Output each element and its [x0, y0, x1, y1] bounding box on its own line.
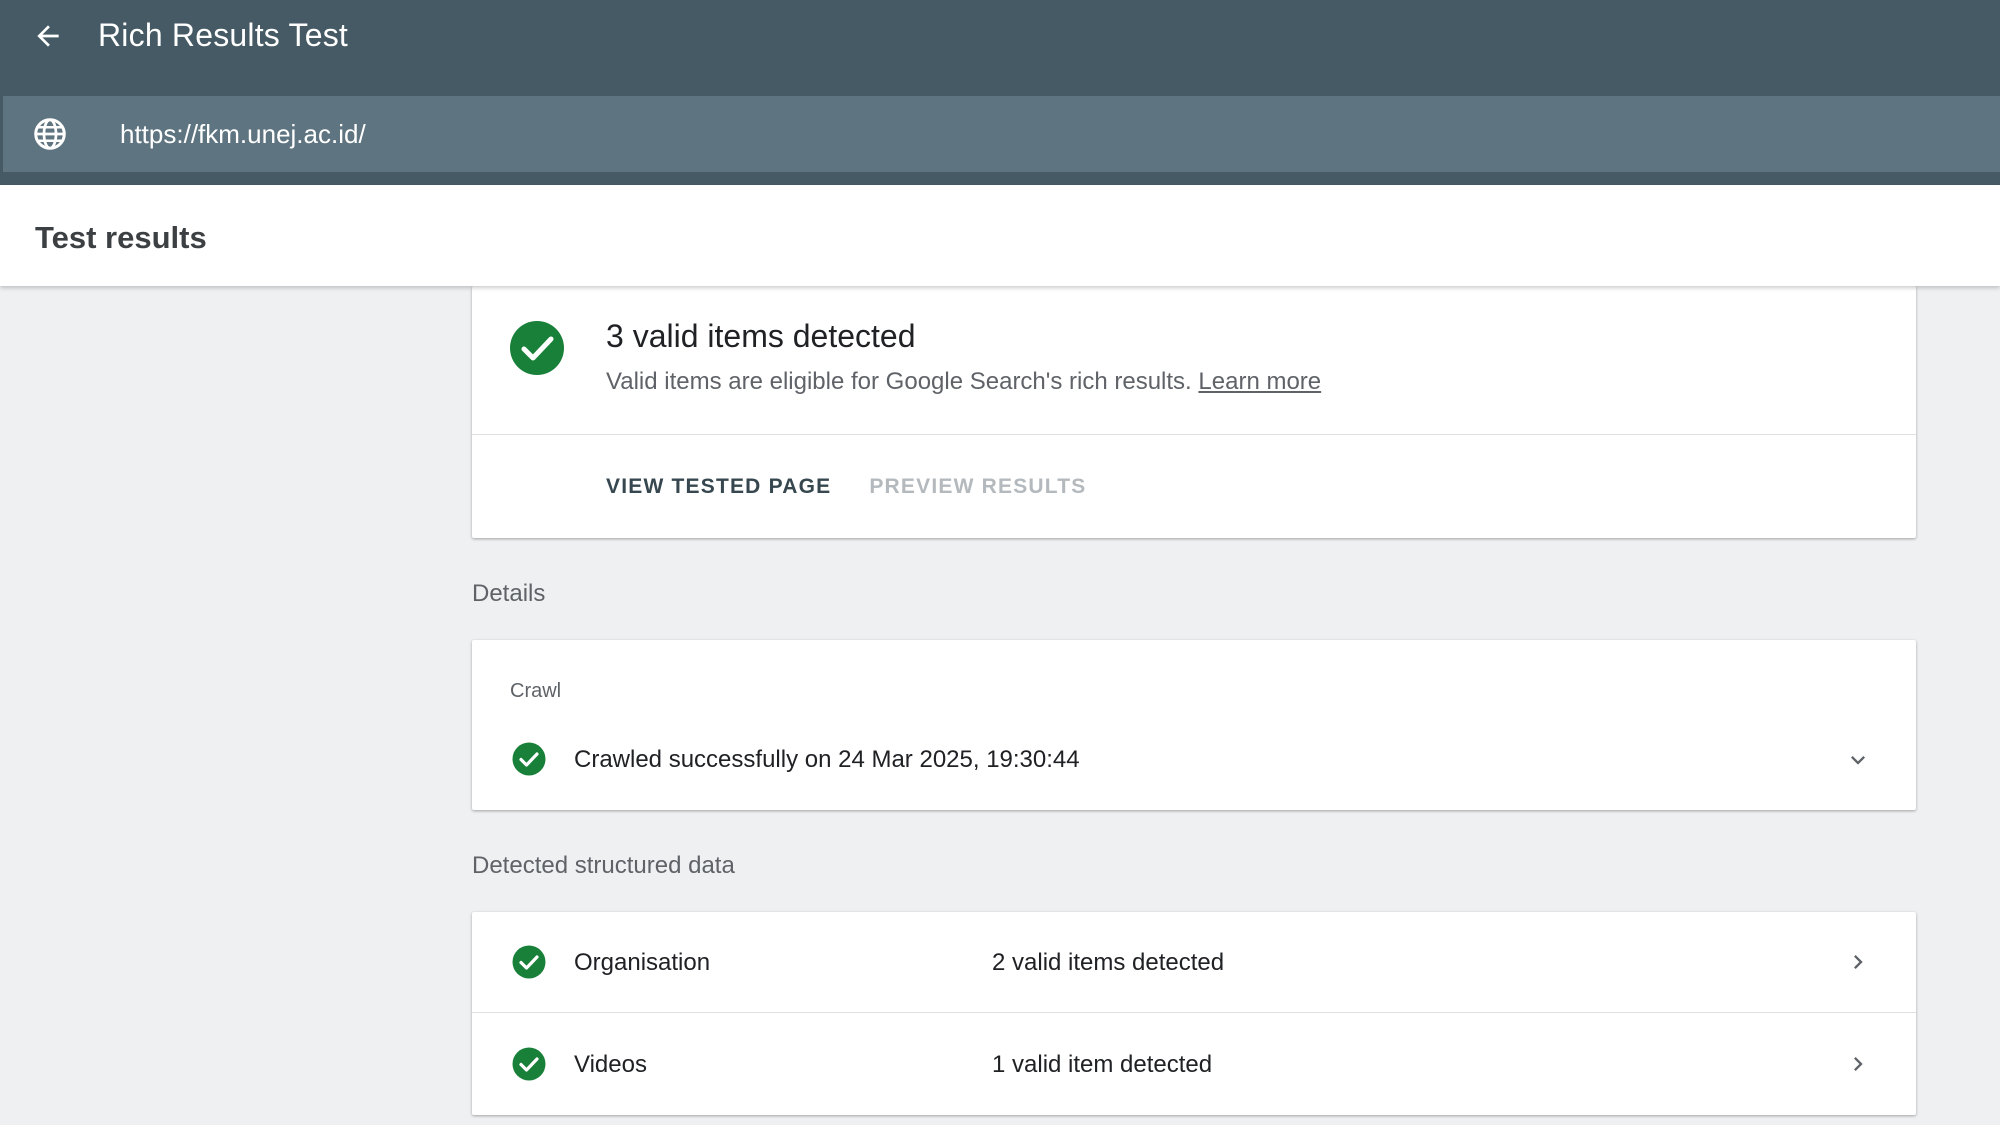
url-bar[interactable]: https://fkm.unej.ac.id/ [3, 96, 2000, 172]
check-circle-icon [512, 1047, 546, 1081]
learn-more-link[interactable]: Learn more [1198, 368, 1321, 395]
check-circle-icon [512, 742, 546, 776]
results-header: Test results [0, 185, 2000, 286]
summary-card: 3 valid items detected Valid items are e… [472, 286, 1916, 538]
structured-data-row-videos[interactable]: Videos 1 valid item detected [472, 1014, 1916, 1115]
check-circle-icon [512, 945, 546, 979]
url-input[interactable]: https://fkm.unej.ac.id/ [120, 96, 366, 172]
structured-data-status: 2 valid items detected [992, 949, 1225, 976]
page-title: Test results [35, 220, 207, 255]
app-title: Rich Results Test [98, 17, 349, 53]
chevron-right-icon[interactable] [1844, 948, 1872, 976]
summary-actions: VIEW TESTED PAGE PREVIEW RESULTS [606, 435, 1124, 538]
structured-data-name: Organisation [574, 949, 711, 976]
crawl-status-row[interactable]: Crawled successfully on 24 Mar 2025, 19:… [472, 728, 1916, 792]
crawl-card: Crawl Crawled successfully on 24 Mar 202… [472, 640, 1916, 810]
arrow-back-icon [37, 25, 59, 47]
chevron-down-icon[interactable] [1844, 746, 1872, 774]
summary-top: 3 valid items detected Valid items are e… [472, 286, 1916, 435]
structured-data-card: Organisation 2 valid items detected Vide… [472, 912, 1916, 1115]
back-button[interactable] [24, 12, 72, 60]
structured-data-name: Videos [574, 1051, 647, 1078]
structured-data-status: 1 valid item detected [992, 1051, 1213, 1078]
summary-subtitle: Valid items are eligible for Google Sear… [606, 368, 1321, 396]
crawl-caption: Crawl [510, 680, 562, 702]
view-tested-page-button[interactable]: VIEW TESTED PAGE [606, 475, 831, 499]
app-header: Rich Results Test https://fkm.unej.ac.id… [0, 0, 2000, 185]
structured-data-section-label: Detected structured data [472, 852, 735, 879]
summary-title: 3 valid items detected [606, 318, 916, 354]
structured-data-row-organisation[interactable]: Organisation 2 valid items detected [472, 912, 1916, 1013]
details-section-label: Details [472, 580, 546, 607]
globe-icon [30, 114, 70, 154]
preview-results-button[interactable]: PREVIEW RESULTS [869, 475, 1086, 499]
check-circle-icon [510, 321, 564, 375]
chevron-right-icon[interactable] [1844, 1050, 1872, 1078]
summary-subtitle-text: Valid items are eligible for Google Sear… [606, 368, 1192, 395]
crawl-status-text: Crawled successfully on 24 Mar 2025, 19:… [574, 746, 1080, 773]
